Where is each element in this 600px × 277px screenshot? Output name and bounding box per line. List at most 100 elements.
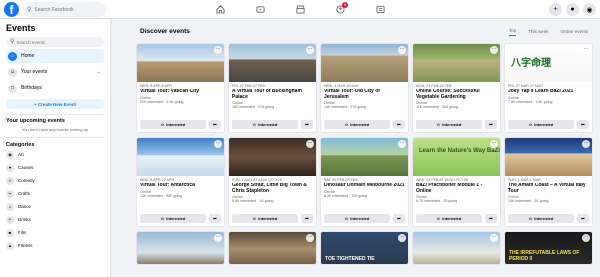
share-button[interactable]: ➦: [577, 120, 589, 129]
event-image[interactable]: THE IRREFUTABLE LAWS OF PERIOD 9 ⋯: [505, 232, 592, 264]
share-button[interactable]: ➦: [301, 120, 313, 129]
more-options-icon[interactable]: ⋯: [582, 46, 590, 54]
event-card[interactable]: ⋯ WED, 8 APR-9 APR Virtual Tour: Vatican…: [136, 43, 225, 133]
event-title[interactable]: The Amalfi Coast – A Virtual Italy Tour: [508, 183, 589, 194]
event-title[interactable]: Virtual Tour: Old City of Jerusalem: [324, 89, 405, 100]
share-button[interactable]: ➦: [209, 214, 221, 223]
event-title[interactable]: Virtual Tour: Antarctica: [140, 183, 221, 189]
event-image[interactable]: ⋯: [413, 232, 500, 264]
event-card[interactable]: ⋯ SAT, 20 FEB-28 FEB Dinosaur Domain Mel…: [320, 137, 409, 227]
more-options-icon[interactable]: ⋯: [306, 234, 314, 242]
event-title[interactable]: George Strait, Little Big Town & Chris S…: [232, 183, 313, 194]
event-title[interactable]: A Virtual Tour of Buckingham Palace: [232, 89, 313, 100]
category-crafts[interactable]: ✂ Crafts: [6, 187, 104, 200]
event-image[interactable]: ⋯: [321, 44, 408, 82]
event-card[interactable]: THE IRREFUTABLE LAWS OF PERIOD 9 ⋯: [504, 231, 593, 265]
share-button[interactable]: ➦: [485, 120, 497, 129]
interested-button[interactable]: ☆ Interested: [416, 120, 482, 129]
category-causes[interactable]: ♥ Causes: [6, 161, 104, 174]
more-options-icon[interactable]: ⋯: [490, 234, 498, 242]
more-options-icon[interactable]: ⋯: [306, 140, 314, 148]
event-card[interactable]: ⋯: [136, 231, 225, 265]
watch-icon[interactable]: [240, 0, 280, 19]
event-card[interactable]: ⋯ FRI, 27 FEB-27 FEB A Virtual Tour of B…: [228, 43, 317, 133]
event-card[interactable]: ⋯ WED, 8 APR-22 APR Virtual Tour: Antarc…: [136, 137, 225, 227]
event-title[interactable]: Joey Yap's Learn BaZi 2021: [508, 89, 589, 95]
event-image[interactable]: ⋯: [137, 44, 224, 82]
create-plus-icon[interactable]: +: [549, 3, 562, 16]
more-options-icon[interactable]: ⋯: [214, 140, 222, 148]
share-button[interactable]: ➦: [301, 214, 313, 223]
create-new-event-button[interactable]: + Create New Event: [6, 99, 104, 109]
tab-this-week[interactable]: This week: [528, 27, 548, 36]
more-options-icon[interactable]: ⋯: [306, 46, 314, 54]
category-film[interactable]: ■ Film: [6, 226, 104, 239]
event-image[interactable]: ⋯: [321, 138, 408, 176]
more-options-icon[interactable]: ⋯: [398, 140, 406, 148]
category-art[interactable]: ◉ Art: [6, 148, 104, 161]
events-search-input[interactable]: [16, 39, 97, 45]
share-button[interactable]: ➦: [485, 214, 497, 223]
facebook-logo[interactable]: f: [4, 2, 19, 17]
event-card[interactable]: TOE TIGHTENED TIE ⋯: [320, 231, 409, 265]
interested-button[interactable]: ☆ Interested: [232, 120, 298, 129]
more-options-icon[interactable]: ⋯: [582, 234, 590, 242]
event-card[interactable]: ⋯ SUN, 1 MAR-1 MAR The Amalfi Coast – A …: [504, 137, 593, 227]
tab-top[interactable]: Top: [508, 26, 517, 36]
event-title[interactable]: Dinosaur Domain Melbourne 2021: [324, 183, 405, 189]
event-image[interactable]: TOE TIGHTENED TIE ⋯: [321, 232, 408, 264]
event-card[interactable]: Learn the Nature's Way BaZi ⋯ WED, 24 FE…: [412, 137, 501, 227]
share-button[interactable]: ➦: [393, 120, 405, 129]
share-button[interactable]: ➦: [393, 214, 405, 223]
event-card[interactable]: 八字命理 ⋯ FRI, 27 MAR-27 MAR Joey Yap's Lea…: [504, 43, 593, 133]
sidebar-item-home[interactable]: ⌂ Home: [6, 49, 104, 63]
home-icon[interactable]: [200, 0, 240, 19]
event-image[interactable]: ⋯: [229, 44, 316, 82]
event-card[interactable]: ⋯: [412, 231, 501, 265]
interested-button[interactable]: ☆ Interested: [324, 120, 390, 129]
tab-online-events[interactable]: Online events: [560, 27, 588, 36]
more-options-icon[interactable]: ⋯: [490, 140, 498, 148]
interested-button[interactable]: ☆ Interested: [508, 120, 574, 129]
messenger-icon[interactable]: ●: [566, 3, 579, 16]
event-image[interactable]: ⋯: [229, 232, 316, 264]
event-image[interactable]: ⋯: [413, 44, 500, 82]
category-dance[interactable]: ♫ Dance: [6, 200, 104, 213]
event-title[interactable]: Online Course: Successful Vegetable Gard…: [416, 89, 497, 100]
category-fitness[interactable]: ▲ Fitness: [6, 239, 104, 252]
more-options-icon[interactable]: ⋯: [398, 46, 406, 54]
sidebar-item-birthdays[interactable]: □ Birthdays: [6, 81, 104, 95]
share-button[interactable]: ➦: [577, 214, 589, 223]
event-image[interactable]: ⋯: [137, 138, 224, 176]
event-card[interactable]: ⋯ MON, 23 FEB-23 FEB Online Course: Succ…: [412, 43, 501, 133]
marketplace-icon[interactable]: [280, 0, 320, 19]
event-image[interactable]: ⋯: [137, 232, 224, 264]
gaming-icon[interactable]: [360, 0, 400, 19]
groups-icon[interactable]: 9: [320, 0, 360, 19]
more-options-icon[interactable]: ⋯: [582, 140, 590, 148]
more-options-icon[interactable]: ⋯: [490, 46, 498, 54]
event-card[interactable]: ⋯: [228, 231, 317, 265]
interested-button[interactable]: ☆ Interested: [324, 214, 390, 223]
category-drinks[interactable]: ☕ Drinks: [6, 213, 104, 226]
events-search[interactable]: ⚲: [6, 37, 104, 47]
event-image[interactable]: ⋯: [505, 138, 592, 176]
sidebar-item-your-events[interactable]: ☺ Your events ⌄: [6, 65, 104, 79]
event-card[interactable]: ⋯ WED, 4 MAR-10 MAY Virtual Tour: Old Ci…: [320, 43, 409, 133]
event-title[interactable]: Virtual Tour: Vatican City: [140, 89, 221, 95]
interested-button[interactable]: ☆ Interested: [416, 214, 482, 223]
event-card[interactable]: ⋯ SUN, 1 AUG AT 04:00 UTC+08 George Stra…: [228, 137, 317, 227]
more-options-icon[interactable]: ⋯: [398, 234, 406, 242]
global-search[interactable]: ⚲: [22, 2, 106, 17]
global-search-input[interactable]: [34, 6, 105, 13]
share-button[interactable]: ➦: [209, 120, 221, 129]
event-image[interactable]: 八字命理 ⋯: [505, 44, 592, 82]
interested-button[interactable]: ☆ Interested: [508, 214, 574, 223]
event-image[interactable]: Learn the Nature's Way BaZi ⋯: [413, 138, 500, 176]
more-options-icon[interactable]: ⋯: [214, 234, 222, 242]
notifications-bell-icon[interactable]: ◉: [583, 3, 596, 16]
event-image[interactable]: ⋯: [229, 138, 316, 176]
interested-button[interactable]: ☆ Interested: [140, 120, 206, 129]
event-title[interactable]: BaZi Practitioner Module 1 - Online: [416, 183, 497, 194]
more-options-icon[interactable]: ⋯: [214, 46, 222, 54]
